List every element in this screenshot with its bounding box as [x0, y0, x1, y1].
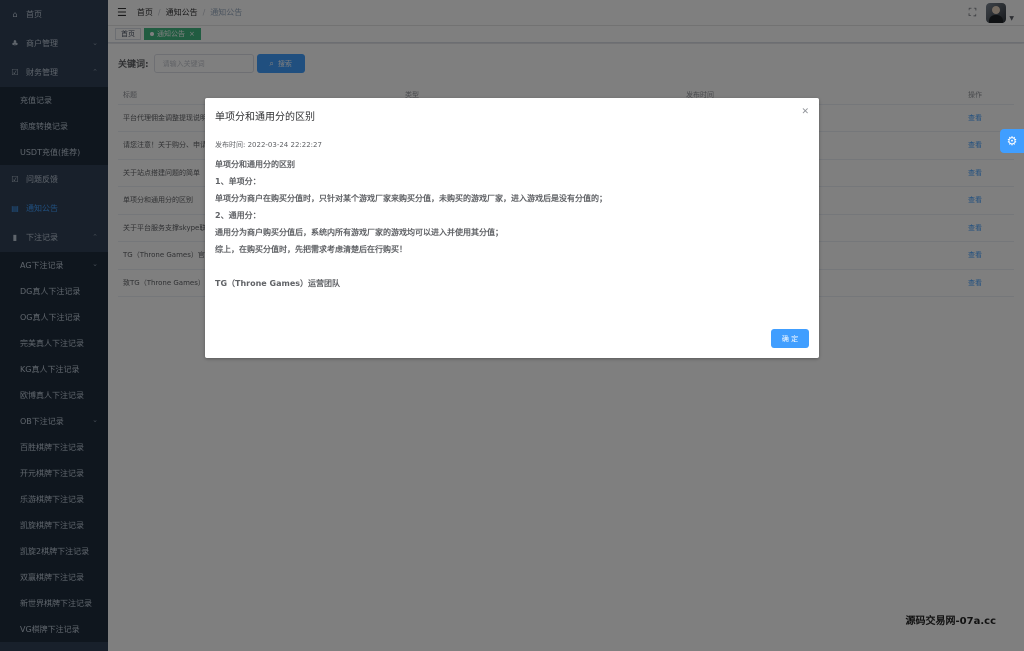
watermark: 源码交易网-07a.cc [905, 616, 996, 627]
dialog-title: 单项分和通用分的区别 [215, 112, 315, 123]
dialog-line: 综上，在购买分值时，先把需求考虑清楚后在行购买！ [215, 245, 407, 254]
dialog-line: 2、通用分： [215, 211, 261, 220]
dialog-line: 通用分为商户购买分值后，系统内所有游戏厂家的游戏均可以进入并使用其分值； [215, 228, 503, 237]
dialog-body: 单项分和通用分的区别 1、单项分： 单项分为商户在购买分值时，只针对某个游戏厂家来购… [215, 156, 805, 292]
publish-date: 发布时间: 2022-03-24 22:22:27 [215, 141, 322, 149]
confirm-button[interactable]: 确 定 [771, 329, 809, 348]
notice-dialog: 单项分和通用分的区别 ✕ 发布时间: 2022-03-24 22:22:27 单… [205, 98, 819, 358]
dialog-line: 单项分为商户在购买分值时，只针对某个游戏厂家来购买分值，未购买的游戏厂家，进入游… [215, 194, 607, 203]
dialog-line [215, 258, 805, 275]
close-icon[interactable]: ✕ [801, 107, 809, 117]
dialog-line: 1、单项分： [215, 177, 261, 186]
dialog-line: TG（Throne Games）运营团队 [215, 279, 341, 288]
dialog-line: 单项分和通用分的区别 [215, 160, 295, 169]
settings-gear-icon[interactable]: ⚙ [1000, 129, 1024, 153]
